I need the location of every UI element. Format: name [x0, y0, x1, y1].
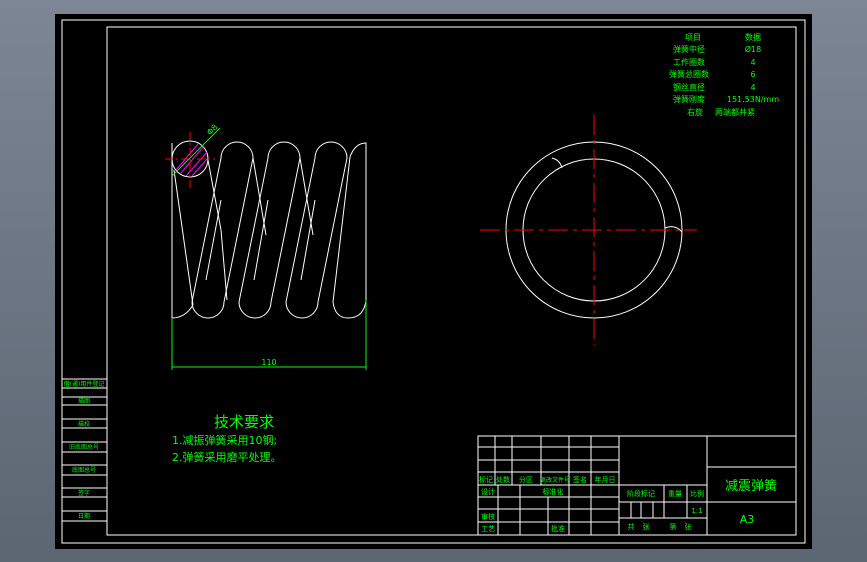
sheet-no-label: 第 [670, 522, 677, 531]
strip-label: 旧底图总号 [69, 443, 99, 451]
spec-label: 工作圈数 [673, 57, 705, 67]
stage-mark-label: 阶段标记 [627, 489, 655, 498]
spec-value: 两端都并紧 [715, 107, 755, 117]
spec-value: 6 [750, 70, 755, 79]
rev-header: 签名 [573, 475, 587, 484]
strip-label: 底图总号 [72, 466, 96, 474]
spec-value: 151.53N/mm [727, 95, 779, 104]
spec-label: 弹簧总圈数 [669, 69, 709, 79]
rev-header: 处数 [496, 475, 510, 484]
length-dim: 110 [261, 358, 276, 367]
scale-label: 比例 [690, 489, 704, 498]
drawing-name: 减震弹簧 [725, 478, 777, 494]
rev-header: 年月日 [595, 475, 616, 484]
spec-header-item: 项目 [685, 33, 701, 42]
title-block: 标记 处数 分区 更改文件号 签名 年月日 设计 标准化 审核 工艺 批准 阶段… [477, 435, 797, 536]
drawing-sheet: 项目 数据 弹簧中径 Ø18 工作圈数 4 弹簧总圈数 6 钢丝直径 4 弹簧刚… [61, 19, 806, 544]
process-label: 工艺 [481, 525, 495, 533]
spec-header-value: 数据 [745, 32, 761, 42]
tech-item: 1.减振弹簧采用10钢; [172, 433, 277, 447]
spec-label: 钢丝直径 [673, 82, 705, 92]
tech-item: 2.弹簧采用磨平处理。 [172, 450, 282, 464]
rev-header: 标记 [479, 475, 493, 484]
left-strip-table: 借(通)用件登记 描图 描校 旧底图总号 底图总号 签字 日期 [62, 378, 107, 522]
approve-label: 批准 [551, 524, 565, 533]
spring-end-view [480, 115, 697, 345]
spec-value: Ø18 [745, 44, 761, 54]
strip-label: 描校 [78, 420, 90, 428]
strip-label: 描图 [78, 397, 90, 405]
scale-value: 1:1 [691, 507, 702, 515]
spec-value: 4 [750, 83, 755, 92]
spec-table: 项目 数据 弹簧中径 Ø18 工作圈数 4 弹簧总圈数 6 钢丝直径 4 弹簧刚… [669, 32, 779, 117]
rev-header: 分区 [519, 475, 533, 484]
tech-requirements: 技术要求 1.减振弹簧采用10钢; 2.弹簧采用磨平处理。 [172, 413, 282, 464]
sheet-size: A3 [740, 513, 755, 526]
standard-label: 标准化 [543, 487, 564, 496]
weight-label: 重量 [668, 490, 682, 498]
strip-label: 日期 [78, 512, 90, 520]
sheet-unit-label: 张 [685, 522, 692, 531]
design-label: 设计 [481, 487, 495, 496]
spring-side-view: Φ8 110 [165, 123, 367, 370]
spec-label: 弹簧刚度 [673, 94, 705, 104]
cad-drawing-canvas[interactable]: 项目 数据 弹簧中径 Ø18 工作圈数 4 弹簧总圈数 6 钢丝直径 4 弹簧刚… [55, 14, 812, 549]
spec-label: 右旋 [687, 107, 703, 117]
sheet-total-label: 共 [628, 522, 635, 531]
spec-label: 弹簧中径 [673, 44, 705, 54]
rev-header: 更改文件号 [540, 476, 570, 484]
tech-title: 技术要求 [214, 413, 274, 431]
strip-label: 借(通)用件登记 [64, 380, 105, 388]
spec-value: 4 [750, 58, 755, 67]
strip-label: 签字 [78, 489, 90, 497]
review-label: 审核 [481, 512, 495, 521]
wire-diameter-dim: Φ8 [205, 123, 219, 137]
sheet-unit-label: 张 [643, 522, 650, 531]
